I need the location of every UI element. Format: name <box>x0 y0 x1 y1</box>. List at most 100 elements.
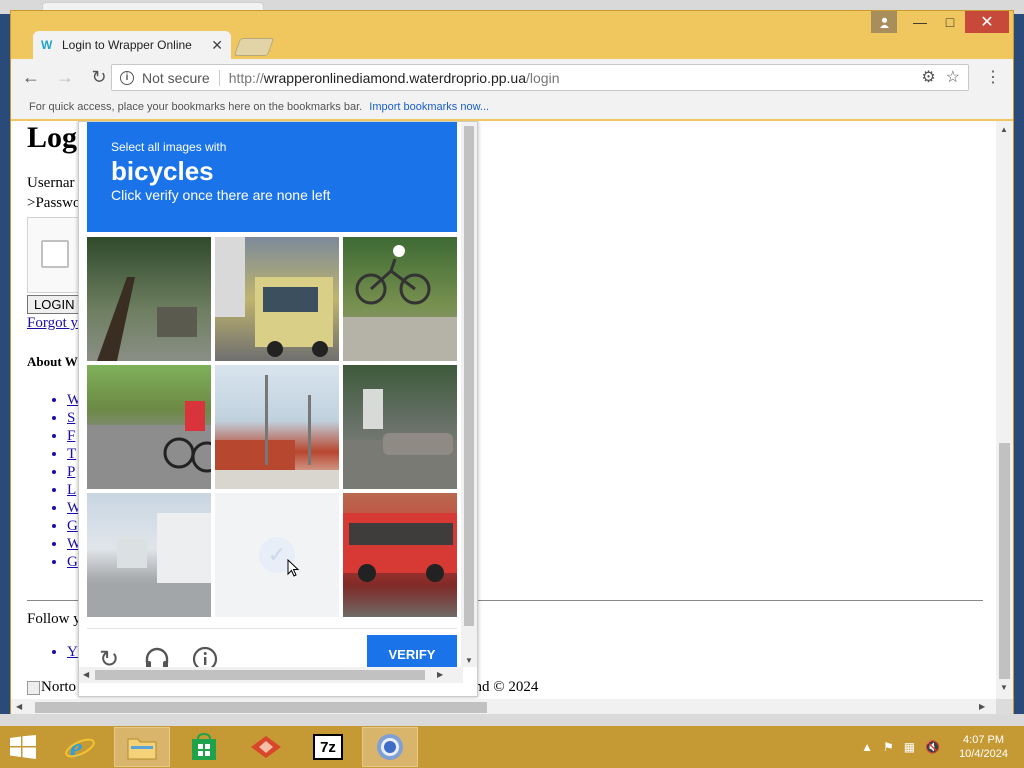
window-controls: — □ ✕ <box>871 11 1009 33</box>
url-path: /login <box>526 69 560 86</box>
close-icon: ✕ <box>980 14 994 31</box>
reload-button[interactable]: ↻ <box>85 63 113 91</box>
captcha-target-word: bicycles <box>111 156 214 186</box>
volume-muted-icon[interactable]: 🔇 <box>925 740 940 754</box>
taskbar: e 7z ▲ ⚑ ▦ 🔇 4:07 PM 10/4/2024 <box>0 726 1024 768</box>
start-button[interactable] <box>0 726 46 768</box>
info-icon: i <box>120 70 134 85</box>
clock-date: 10/4/2024 <box>959 748 1008 760</box>
tile-loading[interactable]: ✓ <box>215 493 339 617</box>
captcha-image-grid: ✓ <box>87 237 457 621</box>
tile-houses[interactable] <box>87 493 211 617</box>
scroll-down-icon[interactable]: ▼ <box>1000 683 1008 692</box>
scrollbar-thumb[interactable] <box>35 702 487 713</box>
houses-illustration <box>87 513 211 617</box>
address-bar-actions: ⚙ ☆ <box>921 67 960 87</box>
captcha-checkbox[interactable] <box>41 240 69 268</box>
tile-building-poles[interactable] <box>215 365 339 489</box>
ie-logo-icon: e <box>65 733 95 763</box>
tab-close-icon[interactable]: ✕ <box>211 37 223 54</box>
follow-links: Y <box>67 644 78 661</box>
url-text[interactable]: http://wrapperonlinediamond.waterdroprio… <box>229 70 560 86</box>
scrollbar-thumb[interactable] <box>95 670 425 680</box>
scroll-left-icon[interactable]: ◀ <box>83 670 89 679</box>
tile-truck[interactable] <box>215 237 339 361</box>
chrome-menu-button[interactable]: ⋮ <box>985 67 1001 87</box>
scroll-up-icon[interactable]: ▲ <box>1000 125 1008 134</box>
captcha-subtext: Click verify once there are none left <box>111 187 331 203</box>
url-scheme: http:// <box>228 69 264 86</box>
captcha-challenge-popup: Select all images with bicycles Click ve… <box>78 121 478 697</box>
app-red-icon[interactable] <box>238 727 294 767</box>
tile-bicycle-road[interactable] <box>87 365 211 489</box>
scroll-left-icon[interactable]: ◀ <box>16 702 22 711</box>
minimize-icon: — <box>913 14 927 30</box>
reload-icon: ↻ <box>91 66 107 87</box>
broken-image-icon <box>27 680 40 695</box>
forgot-password-link[interactable]: Forgot y <box>27 315 78 332</box>
bookmark-star-icon[interactable]: ☆ <box>946 67 960 87</box>
folder-icon <box>127 738 157 760</box>
import-bookmarks-link[interactable]: Import bookmarks now... <box>369 101 489 113</box>
tab-title: Login to Wrapper Online <box>62 38 192 52</box>
cars-illustration <box>343 389 457 489</box>
internet-explorer-icon[interactable]: e <box>52 727 108 767</box>
tile-trees-sidewalk[interactable] <box>87 237 211 361</box>
address-bar[interactable]: i Not secure http://wrapperonlinediamond… <box>111 64 969 91</box>
captcha-header: Select all images with bicycles Click ve… <box>87 122 457 232</box>
mouse-cursor-icon <box>287 559 299 577</box>
building-illustration <box>215 375 339 489</box>
tile-red-bus[interactable] <box>343 493 457 617</box>
back-button[interactable]: ← <box>17 63 45 91</box>
clock[interactable]: 4:07 PM 10/4/2024 <box>959 733 1008 761</box>
network-icon[interactable]: ▦ <box>904 740 915 754</box>
scrollbar-thumb[interactable] <box>464 126 474 626</box>
svg-text:e: e <box>70 733 82 763</box>
bookmarks-bar: For quick access, place your bookmarks h… <box>11 95 1013 119</box>
minimize-button[interactable]: — <box>905 11 935 33</box>
system-tray: ▲ ⚑ ▦ 🔇 4:07 PM 10/4/2024 <box>856 726 1024 768</box>
action-center-flag-icon[interactable]: ⚑ <box>883 740 894 754</box>
maximize-button[interactable]: □ <box>935 11 965 33</box>
not-secure-label: Not secure <box>142 69 220 86</box>
7zip-icon[interactable]: 7z <box>300 727 356 767</box>
list-item[interactable]: Y <box>67 644 78 661</box>
norton-alt-text: Norto <box>41 679 76 695</box>
maximize-icon: □ <box>945 14 955 30</box>
desktop-background-strip <box>0 714 1024 726</box>
scroll-right-icon[interactable]: ▶ <box>437 670 443 679</box>
about-heading: About W <box>27 354 78 369</box>
tile-parked-cars[interactable] <box>343 365 457 489</box>
profile-button[interactable] <box>871 11 897 33</box>
blocked-popup-icon[interactable]: ⚙ <box>921 67 935 87</box>
scroll-down-icon[interactable]: ▼ <box>465 656 473 665</box>
user-icon <box>879 17 889 28</box>
captcha-vertical-scrollbar[interactable]: ▼ <box>461 122 477 667</box>
bus-illustration <box>343 513 457 582</box>
wrapper-favicon-icon: W <box>41 38 53 52</box>
browser-toolbar: ← → ↻ i Not secure http://wrapperonlined… <box>11 59 1013 95</box>
page-vertical-scrollbar[interactable]: ▲ ▼ <box>996 121 1013 699</box>
browser-tab[interactable]: W Login to Wrapper Online ✕ <box>33 31 231 59</box>
chrome-icon[interactable] <box>362 727 418 767</box>
store-icon[interactable] <box>176 727 232 767</box>
file-explorer-icon[interactable] <box>114 727 170 767</box>
scrollbar-thumb[interactable] <box>999 443 1010 679</box>
bookmarks-hint: For quick access, place your bookmarks h… <box>29 101 363 113</box>
close-window-button[interactable]: ✕ <box>965 11 1009 33</box>
7zip-logo: 7z <box>313 734 343 760</box>
clock-time: 4:07 PM <box>963 734 1005 746</box>
bicycle-illustration <box>343 245 457 361</box>
windows-logo-icon <box>10 735 36 759</box>
cyclist-illustration <box>87 401 211 489</box>
new-tab-button[interactable] <box>233 38 275 56</box>
arrow-right-icon: → <box>56 66 74 87</box>
forward-button[interactable]: → <box>51 63 79 91</box>
scroll-right-icon[interactable]: ▶ <box>979 702 985 711</box>
captcha-horizontal-scrollbar[interactable]: ◀ ▶ <box>79 667 463 683</box>
login-button[interactable]: LOGIN <box>27 295 82 314</box>
norton-badge-broken-image: Norto <box>27 679 76 696</box>
site-info-button[interactable]: i <box>116 67 138 89</box>
tile-bicycle-rider[interactable] <box>343 237 457 361</box>
show-hidden-icons-icon[interactable]: ▲ <box>861 740 873 754</box>
